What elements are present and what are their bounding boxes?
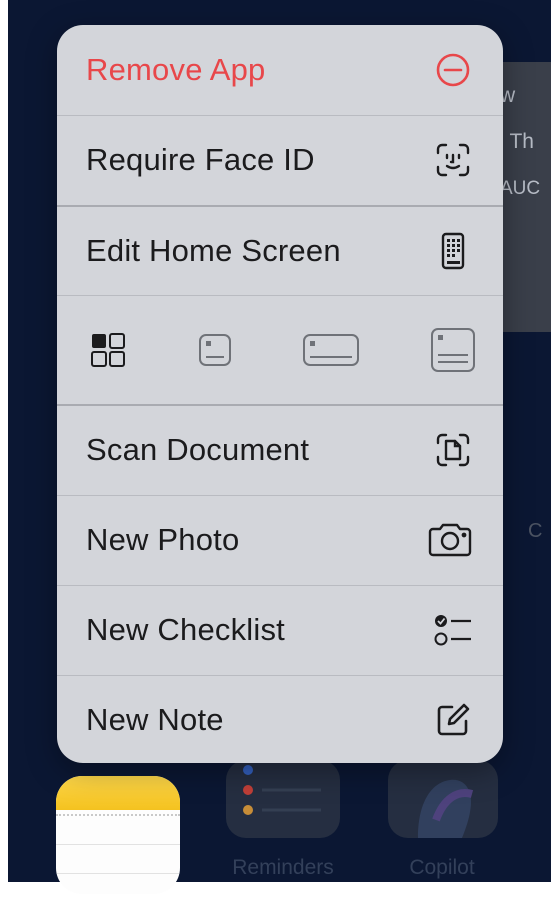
- background-app-label: C: [528, 520, 543, 542]
- widget-size-picker: [57, 295, 503, 405]
- scan-document-item[interactable]: Scan Document: [57, 405, 503, 495]
- require-face-id-label: Require Face ID: [86, 142, 315, 177]
- widget-text-3: AUC: [500, 178, 541, 199]
- compose-icon: [433, 700, 473, 740]
- edit-home-screen-label: Edit Home Screen: [86, 233, 341, 268]
- medium-widget-icon[interactable]: [302, 330, 360, 370]
- require-face-id-item[interactable]: Require Face ID: [57, 115, 503, 205]
- new-note-item[interactable]: New Note: [57, 675, 503, 763]
- app-context-menu: Remove App Require Face ID Edit Home Scr…: [57, 25, 503, 763]
- notes-app-icon[interactable]: [56, 776, 180, 894]
- minus-circle-icon: [433, 50, 473, 90]
- new-checklist-item[interactable]: New Checklist: [57, 585, 503, 675]
- widget-text-2: ' Th: [500, 130, 534, 153]
- reminders-app-icon[interactable]: [226, 760, 340, 838]
- edit-home-screen-item[interactable]: Edit Home Screen: [57, 206, 503, 296]
- large-widget-icon[interactable]: [429, 326, 477, 374]
- new-checklist-label: New Checklist: [86, 612, 285, 647]
- copilot-app-label: Copilot: [409, 856, 475, 879]
- phone-apps-icon: [433, 231, 473, 271]
- new-photo-label: New Photo: [86, 522, 240, 557]
- new-note-label: New Note: [86, 702, 224, 737]
- checklist-icon: [433, 610, 473, 650]
- new-photo-item[interactable]: New Photo: [57, 495, 503, 585]
- remove-app-label: Remove App: [86, 52, 266, 87]
- small-widget-icon[interactable]: [197, 330, 233, 370]
- reminders-app-label: Reminders: [232, 856, 334, 879]
- camera-icon: [427, 520, 473, 560]
- scan-document-label: Scan Document: [86, 432, 310, 467]
- app-grid-icon[interactable]: [88, 330, 128, 370]
- copilot-app-icon[interactable]: [388, 760, 498, 838]
- face-id-icon: [433, 140, 473, 180]
- notes-icon-header: [56, 776, 180, 810]
- remove-app-item[interactable]: Remove App: [57, 25, 503, 115]
- doc-scan-icon: [433, 430, 473, 470]
